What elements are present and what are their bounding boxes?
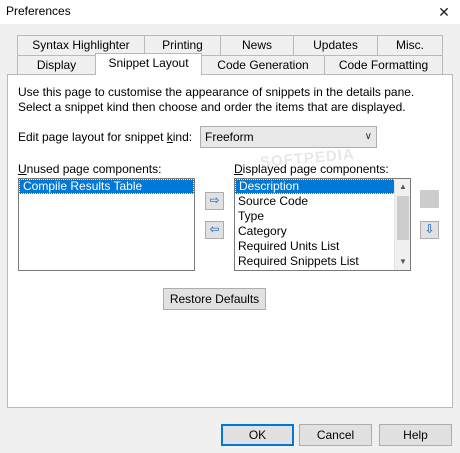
move-left-arrow-icon[interactable]: ⇦ [205, 221, 224, 239]
unused-label-rest: nused page components: [26, 162, 162, 176]
scroll-up-icon[interactable]: ▲ [395, 179, 411, 195]
unused-label-accel: U [18, 162, 27, 176]
intro-description: Use this page to customise the appearanc… [18, 85, 415, 114]
list-item[interactable]: Required Units List [235, 239, 410, 254]
list-item[interactable]: Source Code [235, 194, 410, 209]
list-item[interactable]: Required Snippets List [235, 254, 410, 269]
title-bar: Preferences ✕ [0, 0, 460, 24]
list-item[interactable]: Compile Results Table [19, 179, 194, 194]
tab-printing[interactable]: Printing [144, 35, 221, 55]
close-icon[interactable]: ✕ [428, 0, 460, 24]
window-title: Preferences [6, 4, 71, 18]
preferences-dialog: Preferences ✕ Syntax Highlighter Printin… [0, 0, 460, 453]
tab-display[interactable]: Display [17, 55, 96, 75]
displayed-components-list[interactable]: Description Source Code Type Category Re… [234, 178, 411, 271]
unused-components-label: Unused page components: [18, 162, 161, 176]
tab-misc[interactable]: Misc. [377, 35, 443, 55]
unused-components-list[interactable]: Compile Results Table [18, 178, 195, 271]
tab-news[interactable]: News [220, 35, 294, 55]
move-down-arrow-icon[interactable]: ⇩ [420, 221, 439, 239]
restore-defaults-button[interactable]: Restore Defaults [163, 288, 266, 310]
list-item[interactable]: Category [235, 224, 410, 239]
ok-button[interactable]: OK [221, 424, 294, 446]
move-right-arrow-icon[interactable]: ⇨ [205, 192, 224, 210]
snippet-kind-dropdown[interactable]: Freeform ∨ [200, 126, 377, 148]
scrollbar-thumb[interactable] [397, 196, 409, 240]
snippet-kind-label-pre: Edit page layout for snippet [18, 130, 167, 144]
tab-updates[interactable]: Updates [293, 35, 378, 55]
displayed-components-label: Displayed page components: [234, 162, 389, 176]
list-item[interactable]: Type [235, 209, 410, 224]
displayed-list-scrollbar[interactable]: ▲ ▼ [394, 179, 410, 270]
snippet-kind-value: Freeform [205, 130, 254, 144]
tab-snippet-layout[interactable]: Snippet Layout [95, 53, 202, 75]
tab-syntax-highlighter[interactable]: Syntax Highlighter [17, 35, 145, 55]
snippet-kind-label-post: ind: [172, 130, 193, 144]
help-button[interactable]: Help [379, 424, 452, 446]
cancel-button[interactable]: Cancel [299, 424, 372, 446]
scroll-down-icon[interactable]: ▼ [395, 254, 411, 270]
displayed-label-rest: isplayed page components: [242, 162, 389, 176]
chevron-down-icon: ∨ [364, 131, 372, 142]
move-up-arrow-icon[interactable]: ⇧ [420, 190, 439, 208]
displayed-label-accel: D [234, 162, 243, 176]
snippet-kind-label: Edit page layout for snippet kind: [18, 130, 192, 144]
tab-code-generation[interactable]: Code Generation [201, 55, 325, 75]
list-item[interactable]: Description [235, 179, 410, 194]
tab-code-formatting[interactable]: Code Formatting [324, 55, 443, 75]
